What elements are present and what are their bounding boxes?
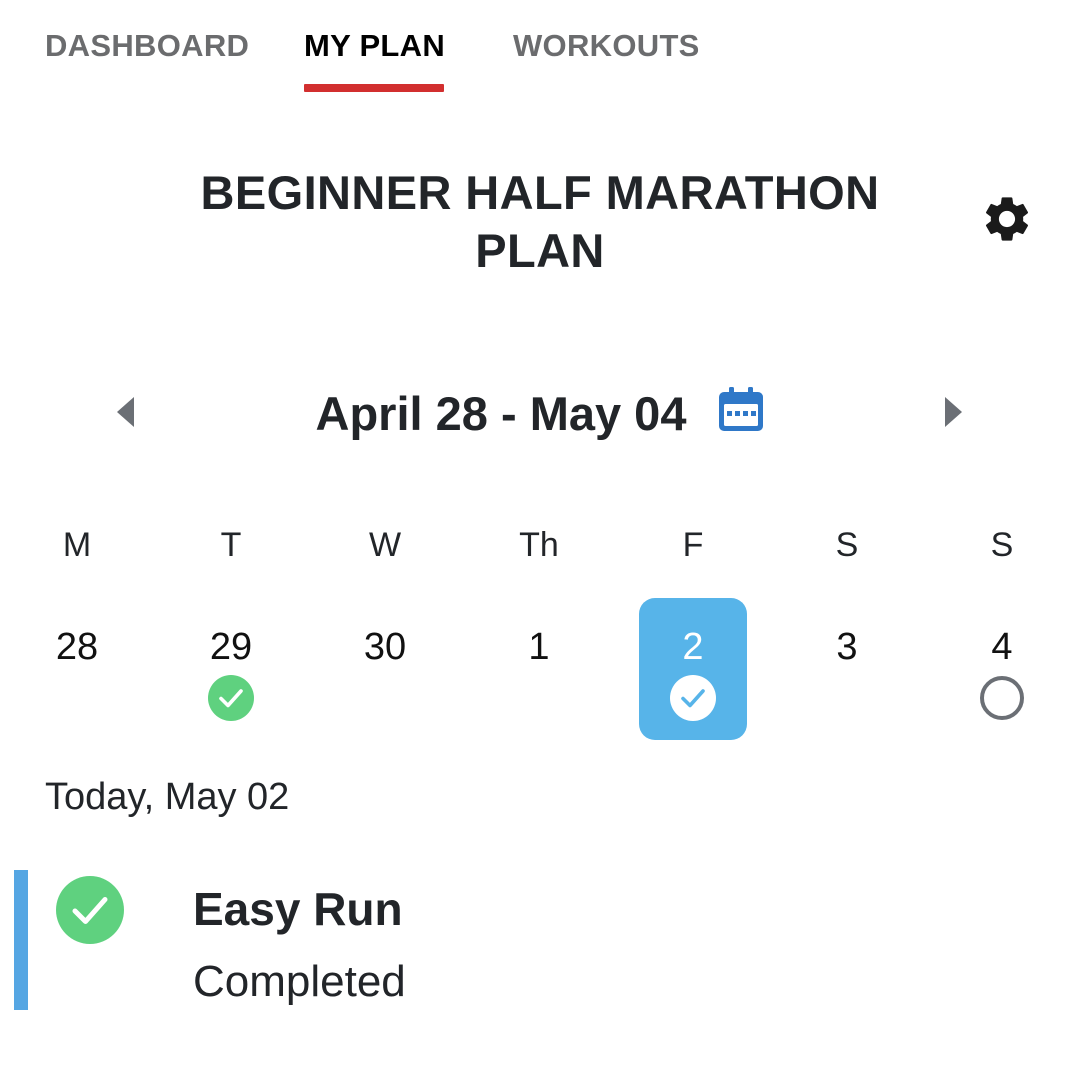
day-number: 1 — [528, 626, 550, 668]
day-completed-indicator — [208, 675, 254, 721]
day-number: 3 — [836, 626, 858, 668]
day-cell[interactable]: 28 — [23, 598, 131, 740]
workout-card[interactable]: Easy Run Completed — [14, 870, 1054, 1010]
calendar-icon — [719, 387, 763, 431]
workout-card-accent-bar — [14, 870, 28, 1010]
weekday-label: F — [682, 526, 704, 564]
weekday-label: S — [990, 526, 1014, 564]
workout-name: Easy Run — [193, 883, 403, 935]
tab-workouts[interactable]: WORKOUTS — [513, 28, 700, 92]
day-number: 2 — [682, 626, 704, 668]
weekday-label: S — [835, 526, 859, 564]
day-cell[interactable]: 1 — [485, 598, 593, 740]
weekday-label: M — [62, 526, 92, 564]
day-number: 28 — [55, 626, 99, 668]
settings-button[interactable] — [980, 192, 1034, 246]
tab-label: DASHBOARD — [45, 28, 250, 63]
previous-week-button[interactable] — [106, 392, 146, 432]
caret-right-icon — [945, 397, 962, 427]
workout-status-indicator — [56, 876, 124, 944]
tab-label: MY PLAN — [304, 28, 446, 63]
check-circle-icon — [208, 675, 254, 721]
weekday-label: Th — [519, 526, 559, 564]
workout-status-text: Completed — [193, 957, 406, 1006]
week-range-label: April 28 - May 04 — [315, 387, 687, 440]
top-tab-bar: DASHBOARD MY PLAN WORKOUTS — [0, 0, 1080, 100]
day-cell[interactable]: 4 — [948, 598, 1056, 740]
day-cell[interactable]: 30 — [331, 598, 439, 740]
day-cell[interactable]: 29 — [177, 598, 285, 740]
next-week-button[interactable] — [933, 392, 973, 432]
today-date-label: Today, May 02 — [45, 776, 290, 818]
check-circle-icon — [56, 876, 124, 944]
calendar-picker-button[interactable] — [716, 384, 766, 434]
day-number: 4 — [991, 626, 1013, 668]
tab-label: WORKOUTS — [513, 28, 700, 63]
caret-left-icon — [117, 397, 134, 427]
day-scheduled-indicator — [979, 675, 1025, 721]
plan-title: BEGINNER HALF MARATHON PLAN — [200, 166, 880, 277]
day-number: 29 — [209, 626, 253, 668]
day-number: 30 — [363, 626, 407, 668]
active-tab-indicator — [304, 84, 444, 92]
week-navigation: April 28 - May 04 — [0, 380, 1080, 444]
day-cell[interactable]: 3 — [793, 598, 901, 740]
tab-dashboard[interactable]: DASHBOARD — [45, 28, 249, 92]
gear-icon — [985, 197, 1029, 241]
day-completed-indicator — [670, 675, 716, 721]
weekday-label: T — [220, 526, 242, 564]
weekday-label: W — [368, 526, 402, 564]
day-cell-selected[interactable]: 2 — [639, 598, 747, 740]
empty-circle-icon — [980, 676, 1024, 720]
tab-my-plan[interactable]: MY PLAN — [304, 28, 446, 92]
check-circle-icon — [670, 675, 716, 721]
